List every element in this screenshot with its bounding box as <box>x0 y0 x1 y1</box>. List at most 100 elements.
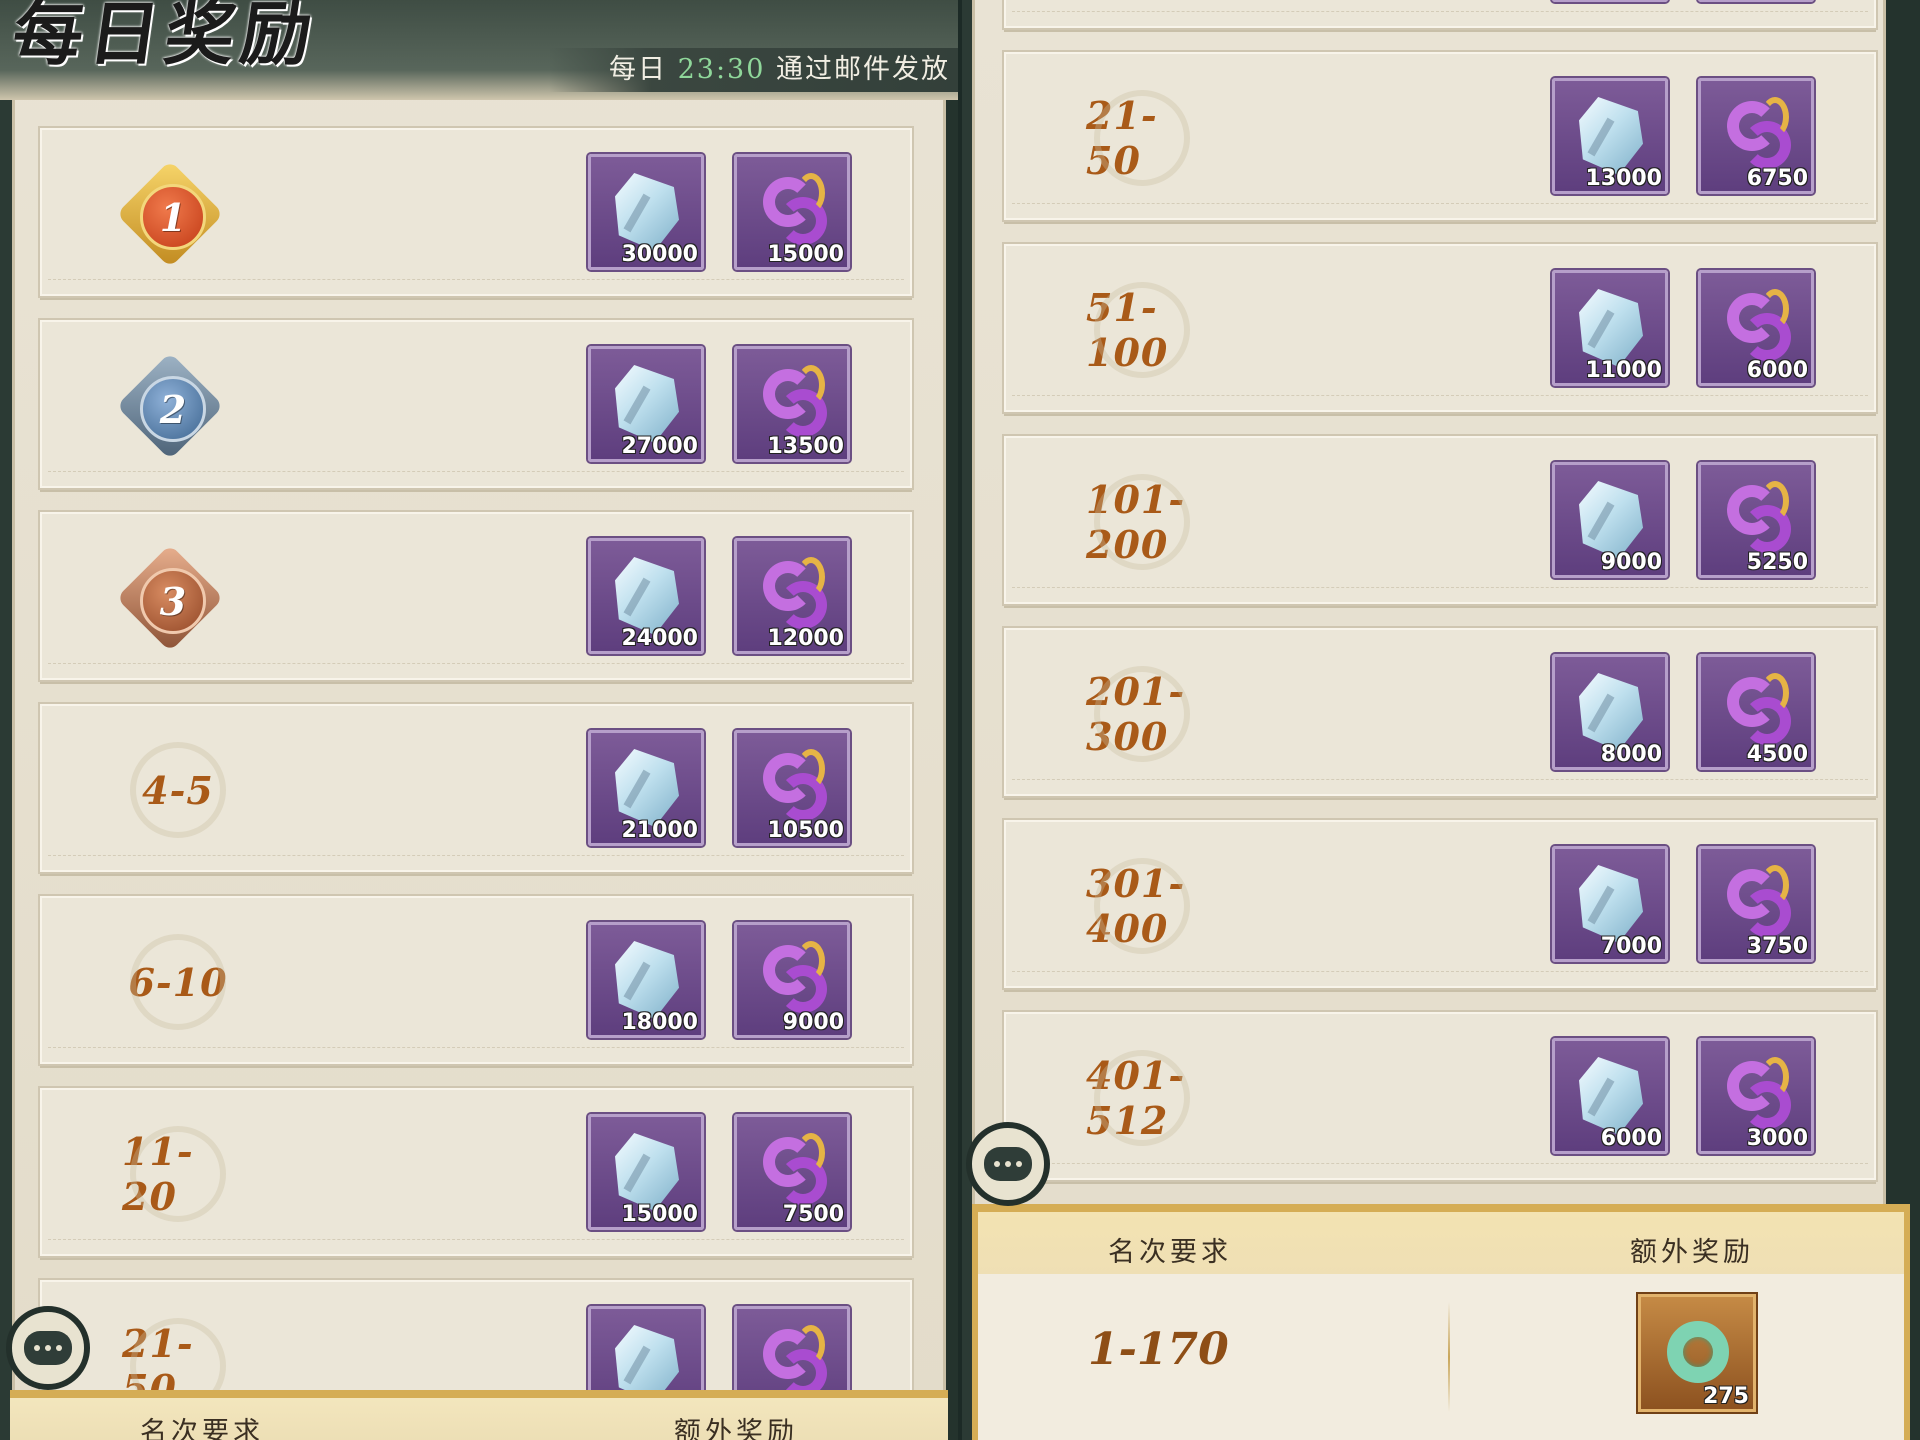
swirl-reward-item[interactable]: 6000 <box>1698 270 1814 386</box>
item-count: 13500 <box>767 434 844 459</box>
rank-ring-icon <box>1094 666 1190 762</box>
purple-swirl-icon <box>759 171 831 253</box>
swirl-reward-item[interactable]: 9000 <box>734 922 850 1038</box>
swirl-reward-item[interactable]: 15000 <box>734 154 850 270</box>
reward-row: 2 27000 13500 <box>40 320 912 488</box>
extra-reward-bar: 名次要求 额外奖励 <box>10 1390 948 1440</box>
left-reward-panel: 每日奖励 每日 23:30 通过邮件发放 1 30000 15000 2 270… <box>0 0 958 1440</box>
rank-ring-icon <box>1094 474 1190 570</box>
item-count: 10500 <box>767 818 844 843</box>
rank-range: 401-512 <box>1086 1050 1198 1146</box>
item-count: 27000 <box>621 434 698 459</box>
extra-reward-body: 1-170 275 <box>978 1274 1904 1440</box>
rank-range: 6-10 <box>122 934 234 1030</box>
jade-reward-item[interactable]: 275 <box>1638 1294 1756 1412</box>
mail-notice: 每日 23:30 通过邮件发放 <box>549 48 958 92</box>
reward-list[interactable]: 1 30000 15000 2 27000 13500 3 24000 1200… <box>40 128 914 1440</box>
crystal-reward-item[interactable]: 15000 <box>588 1114 704 1230</box>
swirl-reward-item[interactable]: 12000 <box>734 538 850 654</box>
purple-swirl-icon <box>759 939 831 1021</box>
reward-row: 101-200 9000 5250 <box>1004 436 1876 604</box>
purple-swirl-icon <box>1723 95 1795 177</box>
crystal-reward-item[interactable]: 9000 <box>1552 462 1668 578</box>
crystal-reward-item[interactable]: 7000 <box>1552 846 1668 962</box>
swirl-reward-item[interactable]: 5250 <box>1698 462 1814 578</box>
chat-button[interactable] <box>966 1122 1050 1206</box>
purple-swirl-icon <box>1723 287 1795 369</box>
reward-row: 6-10 18000 9000 <box>40 896 912 1064</box>
crystal-icon <box>615 365 679 443</box>
item-count: 13000 <box>1585 166 1662 191</box>
crystal-icon <box>1579 289 1643 367</box>
rank-ring-icon <box>130 742 226 838</box>
purple-swirl-icon <box>1723 1055 1795 1137</box>
crystal-icon <box>615 941 679 1019</box>
panel-header: 每日奖励 每日 23:30 通过邮件发放 <box>0 0 958 100</box>
reward-row: 401-512 6000 3000 <box>1004 1012 1876 1180</box>
reward-list[interactable]: 21-50 13000 6750 51-100 11000 6000 101-2… <box>1004 0 1878 1204</box>
swirl-reward-item[interactable]: 6750 <box>1698 78 1814 194</box>
crystal-icon <box>1579 673 1643 751</box>
chat-button[interactable] <box>6 1306 90 1390</box>
extra-reward-rank: 1-170 <box>1088 1324 1229 1375</box>
crystal-reward-item[interactable]: 6000 <box>1552 1038 1668 1154</box>
rank-ring-icon <box>1094 858 1190 954</box>
crystal-icon <box>1579 865 1643 943</box>
extra-reward-title: 额外奖励 <box>674 1417 798 1440</box>
item-count: 5250 <box>1746 550 1808 575</box>
bronze-medal-icon: 3 <box>116 544 224 652</box>
crystal-reward-item[interactable]: 21000 <box>588 730 704 846</box>
crystal-reward-item[interactable]: 24000 <box>588 538 704 654</box>
crystal-reward-item[interactable]: 18000 <box>588 922 704 1038</box>
crystal-icon <box>1579 1057 1643 1135</box>
swirl-reward-item[interactable]: 10500 <box>734 730 850 846</box>
item-count: 6000 <box>1600 1126 1662 1151</box>
right-reward-panel: 21-50 13000 6750 51-100 11000 6000 101-2… <box>962 0 1920 1440</box>
crystal-reward-item[interactable]: 27000 <box>588 346 704 462</box>
item-count: 11000 <box>1585 358 1662 383</box>
jade-dragon-icon <box>1667 1321 1729 1383</box>
reward-row: 11-20 15000 7500 <box>40 1088 912 1256</box>
reward-row <box>1004 0 1876 28</box>
crystal-reward-item[interactable]: 11000 <box>1552 270 1668 386</box>
item-count: 6750 <box>1746 166 1808 191</box>
item-count: 24000 <box>621 626 698 651</box>
extra-reward-header: 名次要求 额外奖励 <box>978 1212 1904 1274</box>
item-count: 3000 <box>1746 1126 1808 1151</box>
rank-range: 21-50 <box>1086 90 1198 186</box>
rank-range: 4-5 <box>122 742 234 838</box>
rank-range: 201-300 <box>1086 666 1198 762</box>
swirl-reward-item[interactable]: 7500 <box>734 1114 850 1230</box>
swirl-reward-item[interactable]: 13500 <box>734 346 850 462</box>
purple-swirl-icon <box>1723 479 1795 561</box>
extra-reward-header: 名次要求 额外奖励 <box>10 1398 948 1440</box>
crystal-reward-item[interactable]: 13000 <box>1552 78 1668 194</box>
item-count: 18000 <box>621 1010 698 1035</box>
rank-label: 3 <box>140 568 206 634</box>
chat-bubble-icon <box>984 1147 1032 1181</box>
rank-ring-icon <box>130 934 226 1030</box>
rank-ring-icon <box>1094 282 1190 378</box>
item-count: 3750 <box>1746 934 1808 959</box>
reward-row: 21-50 13000 6750 <box>1004 52 1876 220</box>
crystal-reward-item[interactable]: 8000 <box>1552 654 1668 770</box>
swirl-reward-item[interactable]: 4500 <box>1698 654 1814 770</box>
rank-range: 101-200 <box>1086 474 1198 570</box>
rank-requirement-header: 名次要求 <box>1108 1237 1232 1268</box>
swirl-reward-item[interactable]: 3000 <box>1698 1038 1814 1154</box>
rank-ring-icon <box>130 1126 226 1222</box>
crystal-icon <box>1579 481 1643 559</box>
item-count: 6000 <box>1746 358 1808 383</box>
crystal-icon <box>615 173 679 251</box>
rank-ring-icon <box>1094 90 1190 186</box>
purple-swirl-icon <box>759 555 831 637</box>
rank-range: 51-100 <box>1086 282 1198 378</box>
crystal-reward-item[interactable] <box>1552 0 1668 2</box>
crystal-icon <box>615 557 679 635</box>
crystal-reward-item[interactable]: 30000 <box>588 154 704 270</box>
rank-requirement-header: 名次要求 <box>140 1417 264 1440</box>
swirl-reward-item[interactable]: 3750 <box>1698 846 1814 962</box>
purple-swirl-icon <box>1723 671 1795 753</box>
swirl-reward-item[interactable] <box>1698 0 1814 2</box>
item-count: 7500 <box>782 1202 844 1227</box>
